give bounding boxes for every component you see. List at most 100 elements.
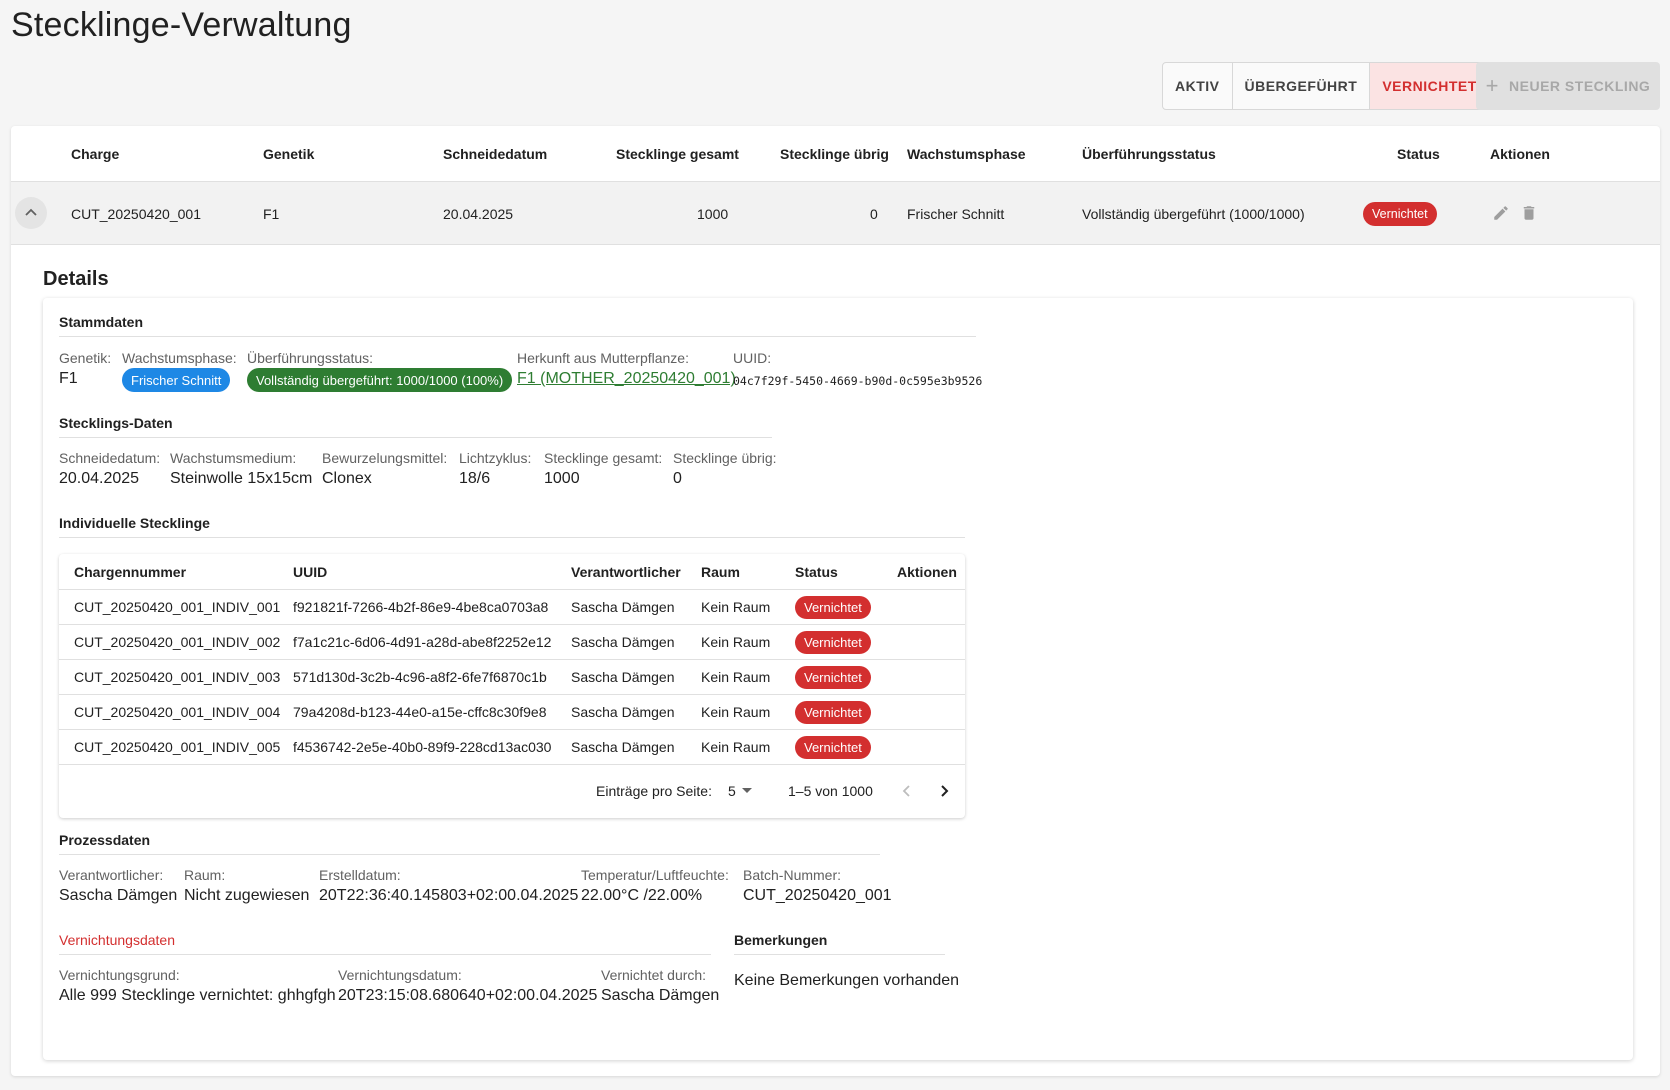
new-steckling-button[interactable]: + NEUER STECKLING — [1476, 62, 1660, 110]
cell-raum: Kein Raum — [701, 739, 771, 755]
dropdown-arrow-icon — [741, 788, 752, 793]
field-lichtzyklus: Lichtzyklus: 18/6 — [459, 450, 532, 487]
next-page-button[interactable] — [938, 766, 950, 816]
mother-plant-link[interactable]: F1 (MOTHER_20250420_001) — [517, 370, 736, 388]
field-stecklinge-gesamt: Stecklinge gesamt: 1000 — [544, 450, 663, 487]
table-row[interactable]: CUT_20250420_001 F1 20.04.2025 1000 0 Fr… — [11, 182, 1660, 245]
cell-wachstumsphase: Frischer Schnitt — [907, 205, 1005, 222]
field-vernichtungsdatum: Vernichtungsdatum: 20T23:15:08.680640+02… — [338, 967, 598, 1004]
ueberfuehrung-chip: Vollständig übergeführt: 1000/1000 (100%… — [247, 368, 513, 392]
filter-aktiv-button[interactable]: AKTIV — [1163, 63, 1233, 109]
table-row[interactable]: CUT_20250420_001_INDIV_003 571d130d-3c2b-… — [59, 660, 965, 695]
field-vernichtet-durch: Vernichtet durch: Sascha Dämgen — [601, 967, 720, 1004]
status-badge: Vernichtet — [795, 735, 871, 759]
col-wachstumsphase[interactable]: Wachstumsphase — [907, 126, 1026, 182]
prozessdaten-title: Prozessdaten — [59, 832, 880, 855]
table-row[interactable]: CUT_20250420_001_INDIV_002 f7a1c21c-6d06-… — [59, 625, 965, 660]
chevron-up-icon — [25, 208, 37, 216]
cell-uuid: 571d130d-3c2b-4c96-a8f2-6fe7f6870c1b — [293, 669, 547, 685]
col-chargennummer[interactable]: Chargennummer — [74, 554, 186, 589]
field-schneidedatum: Schneidedatum: 20.04.2025 — [59, 450, 161, 487]
page-range: 1–5 von 1000 — [788, 783, 873, 799]
field-stecklinge-uebrig: Stecklinge übrig: 0 — [673, 450, 777, 487]
plus-icon: + — [1485, 73, 1500, 98]
status-badge: Vernichtet — [795, 700, 871, 724]
cell-uuid: f7a1c21c-6d06-4d91-a28d-abe8f2252e12 — [293, 634, 552, 650]
status-badge: Vernichtet — [795, 630, 871, 654]
col-raum[interactable]: Raum — [701, 554, 740, 589]
col-verantwortlicher[interactable]: Verantwortlicher — [571, 554, 681, 589]
cell-uebrig: 0 — [870, 205, 878, 222]
details-card: Stammdaten Genetik: F1 Wachstumsphase: F… — [43, 298, 1633, 1060]
cell-uuid: f921821f-7266-4b2f-86e9-4be8ca0703a8 — [293, 599, 549, 615]
col-uuid[interactable]: UUID — [293, 554, 327, 589]
field-temperatur: Temperatur/Luftfeuchte: 22.00°C /22.00% — [581, 867, 729, 904]
field-vernichtungsgrund: Vernichtungsgrund: Alle 999 Stecklinge v… — [59, 967, 336, 1004]
field-batch-nummer: Batch-Nummer: CUT_20250420_001 — [743, 867, 892, 904]
col-aktionen: Aktionen — [1490, 146, 1550, 162]
chevron-right-icon — [941, 785, 949, 797]
pagination: Einträge pro Seite: 5 1–5 von 1000 — [59, 766, 965, 816]
field-wachstumsphase: Wachstumsphase: Frischer Schnitt — [122, 350, 237, 392]
cell-uuid: 79a4208d-b123-44e0-a15e-cffc8c30f9e8 — [293, 704, 547, 720]
bemerkungen-title: Bemerkungen — [734, 932, 945, 955]
details-title: Details — [43, 268, 109, 290]
stammdaten-title: Stammdaten — [59, 314, 976, 337]
cell-ueberfuehrung: Vollständig übergeführt (1000/1000) — [1082, 205, 1305, 222]
rows-per-page-select[interactable]: 5 — [728, 766, 752, 816]
col-charge[interactable]: Charge — [71, 126, 119, 182]
cell-chargennummer: CUT_20250420_001_INDIV_004 — [74, 704, 281, 720]
stecklinge-table-card: Charge Genetik Schneidedatum Stecklinge … — [11, 126, 1660, 1076]
stecklings-daten-title: Stecklings-Daten — [59, 415, 772, 438]
col-status[interactable]: Status — [795, 554, 838, 589]
cell-chargennummer: CUT_20250420_001_INDIV_002 — [74, 634, 281, 650]
page-title: Stecklinge-Verwaltung — [11, 6, 352, 44]
status-badge: Vernichtet — [795, 665, 871, 689]
cell-genetik: F1 — [263, 205, 280, 222]
col-ueberfuehrungsstatus[interactable]: Überführungsstatus — [1082, 126, 1216, 182]
individuelle-stecklinge-title: Individuelle Stecklinge — [59, 515, 965, 538]
cell-raum: Kein Raum — [701, 669, 771, 685]
field-bewurzelungsmittel: Bewurzelungsmittel: Clonex — [322, 450, 448, 487]
col-uebrig[interactable]: Stecklinge übrig — [780, 126, 889, 182]
individuelle-table: Chargennummer UUID Verantwortlicher Raum… — [59, 554, 965, 818]
cell-gesamt: 1000 — [697, 205, 729, 222]
new-steckling-label: NEUER STECKLING — [1509, 78, 1651, 94]
field-raum: Raum: Nicht zugewiesen — [184, 867, 310, 904]
phase-chip: Frischer Schnitt — [122, 368, 231, 392]
field-wachstumsmedium: Wachstumsmedium: Steinwolle 15x15cm — [170, 450, 313, 487]
individuelle-table-header: Chargennummer UUID Verantwortlicher Raum… — [59, 554, 965, 590]
cell-verantwortlicher: Sascha Dämgen — [571, 634, 675, 650]
field-erstelldatum: Erstelldatum: 20T22:36:40.145803+02:00.0… — [319, 867, 579, 904]
cell-schneidedatum: 20.04.2025 — [443, 205, 514, 222]
cell-verantwortlicher: Sascha Dämgen — [571, 704, 675, 720]
filter-vernichtet-button[interactable]: VERNICHTET — [1370, 63, 1489, 109]
collapse-row-button[interactable] — [15, 197, 47, 229]
col-aktionen: Aktionen — [897, 563, 957, 580]
vernichtungsdaten-title: Vernichtungsdaten — [59, 932, 711, 955]
cell-raum: Kein Raum — [701, 599, 771, 615]
col-gesamt[interactable]: Stecklinge gesamt — [616, 126, 739, 182]
field-ueberfuehrungsstatus: Überführungsstatus: Vollständig übergefü… — [247, 350, 513, 392]
cell-chargennummer: CUT_20250420_001_INDIV_001 — [74, 599, 281, 615]
uuid-value: 04c7f29f-5450-4669-b90d-0c595e3b9526 — [733, 374, 983, 388]
cell-verantwortlicher: Sascha Dämgen — [571, 669, 675, 685]
col-schneidedatum[interactable]: Schneidedatum — [443, 126, 547, 182]
cell-chargennummer: CUT_20250420_001_INDIV_005 — [74, 739, 281, 755]
field-herkunft: Herkunft aus Mutterpflanze: F1 (MOTHER_2… — [517, 350, 736, 388]
cell-uuid: f4536742-2e5e-40b0-89f9-228cd13ac030 — [293, 739, 552, 755]
delete-icon[interactable] — [1520, 204, 1538, 222]
field-verantwortlicher: Verantwortlicher: Sascha Dämgen — [59, 867, 178, 904]
col-genetik[interactable]: Genetik — [263, 126, 314, 182]
bemerkungen-text: Keine Bemerkungen vorhanden — [734, 972, 960, 989]
field-genetik: Genetik: F1 — [59, 350, 112, 387]
cell-charge: CUT_20250420_001 — [71, 205, 201, 222]
table-row[interactable]: CUT_20250420_001_INDIV_004 79a4208d-b123-… — [59, 695, 965, 730]
filter-uebergefuehrt-button[interactable]: ÜBERGEFÜHRT — [1233, 63, 1371, 109]
col-status: Status — [1397, 146, 1440, 162]
prev-page-button[interactable] — [901, 766, 913, 816]
chevron-left-icon — [902, 785, 910, 797]
table-row[interactable]: CUT_20250420_001_INDIV_005 f4536742-2e5e-… — [59, 730, 965, 765]
table-row[interactable]: CUT_20250420_001_INDIV_001 f921821f-7266-… — [59, 590, 965, 625]
edit-icon[interactable] — [1492, 204, 1510, 222]
